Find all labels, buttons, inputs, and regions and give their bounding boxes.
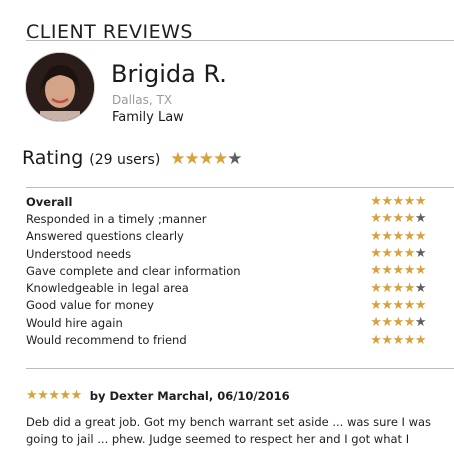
criteria-label: Knowledgeable in legal area — [26, 281, 189, 296]
star-filled-icon: ★ — [392, 263, 405, 279]
star-filled-icon: ★ — [370, 332, 382, 348]
criteria-stars: ★★★★★ — [370, 281, 426, 296]
lawyer-practice-area: Family Law — [112, 110, 184, 125]
star-empty-icon: ★ — [414, 211, 427, 227]
star-filled-icon: ★ — [392, 315, 405, 331]
star-filled-icon: ★ — [70, 388, 83, 403]
star-filled-icon: ★ — [403, 280, 416, 296]
review-byline: by Dexter Marchal, 06/10/2016 — [89, 388, 290, 403]
star-filled-icon: ★ — [381, 263, 393, 279]
criteria-label: Good value for money — [26, 298, 154, 313]
star-filled-icon: ★ — [414, 263, 427, 279]
star-filled-icon: ★ — [403, 246, 416, 262]
star-filled-icon: ★ — [381, 315, 393, 331]
star-filled-icon: ★ — [381, 297, 393, 313]
star-filled-icon: ★ — [370, 263, 382, 279]
criteria-label: Overall — [26, 194, 73, 209]
star-filled-icon: ★ — [370, 280, 382, 296]
review-stars: ★★★★★ — [26, 388, 82, 403]
star-filled-icon: ★ — [370, 315, 382, 331]
star-filled-icon: ★ — [381, 228, 393, 244]
header-divider — [26, 40, 454, 41]
star-filled-icon: ★ — [59, 388, 71, 403]
star-filled-icon: ★ — [37, 388, 49, 403]
star-filled-icon: ★ — [370, 211, 382, 227]
criteria-stars: ★★★★★ — [370, 333, 426, 348]
criteria-row: Would hire again ★★★★★ — [26, 314, 427, 331]
star-filled-icon: ★ — [392, 332, 405, 348]
star-filled-icon: ★ — [381, 211, 393, 227]
lawyer-location: Dallas, TX — [112, 93, 173, 107]
star-empty-icon: ★ — [414, 315, 427, 331]
criteria-stars: ★★★★★ — [370, 315, 426, 330]
star-filled-icon: ★ — [414, 297, 427, 313]
star-filled-icon: ★ — [403, 228, 416, 244]
criteria-label: Understood needs — [26, 246, 132, 261]
star-filled-icon: ★ — [381, 280, 393, 296]
criteria-row: Would recommend to friend ★★★★★ — [26, 331, 427, 348]
criteria-label: Gave complete and clear information — [26, 263, 241, 278]
star-filled-icon: ★ — [403, 194, 416, 210]
star-filled-icon: ★ — [370, 297, 382, 313]
star-filled-icon: ★ — [381, 194, 393, 210]
star-filled-icon: ★ — [198, 149, 214, 169]
criteria-label: Would recommend to friend — [26, 333, 187, 348]
criteria-list: Overall ★★★★★ Responded in a timely ;manne… — [26, 193, 427, 349]
lawyer-photo-icon — [26, 53, 94, 121]
star-filled-icon: ★ — [403, 211, 416, 227]
star-filled-icon: ★ — [414, 194, 427, 210]
criteria-stars: ★★★★★ — [370, 211, 426, 226]
lawyer-name: Brigida R. — [111, 60, 227, 88]
criteria-row: Overall ★★★★★ — [26, 193, 427, 210]
criteria-stars: ★★★★★ — [370, 298, 426, 313]
star-filled-icon: ★ — [392, 194, 405, 210]
avatar — [25, 52, 95, 122]
star-filled-icon: ★ — [414, 332, 427, 348]
star-empty-icon: ★ — [227, 149, 242, 169]
star-filled-icon: ★ — [403, 332, 416, 348]
rating-label: Rating — [22, 147, 84, 169]
criteria-stars: ★★★★★ — [370, 194, 426, 209]
star-filled-icon: ★ — [26, 388, 38, 403]
criteria-stars: ★★★★★ — [370, 263, 426, 278]
star-filled-icon: ★ — [414, 228, 427, 244]
criteria-label: Responded in a timely ;manner — [26, 211, 207, 226]
criteria-row: Good value for money ★★★★★ — [26, 297, 427, 314]
star-filled-icon: ★ — [213, 149, 228, 169]
star-filled-icon: ★ — [403, 315, 416, 331]
star-filled-icon: ★ — [381, 332, 393, 348]
review-text: Deb did a great job. Got my bench warran… — [26, 415, 432, 446]
star-filled-icon: ★ — [392, 280, 405, 296]
star-filled-icon: ★ — [170, 149, 185, 169]
star-empty-icon: ★ — [414, 280, 427, 296]
star-filled-icon: ★ — [370, 228, 382, 244]
criteria-row: Answered questions clearly ★★★★★ — [26, 228, 427, 245]
star-filled-icon: ★ — [392, 228, 405, 244]
rating-stars: ★★★★★ — [170, 149, 242, 169]
star-empty-icon: ★ — [414, 246, 427, 262]
star-filled-icon: ★ — [392, 246, 405, 262]
star-filled-icon: ★ — [184, 149, 200, 169]
criteria-row: Knowledgeable in legal area ★★★★★ — [26, 279, 427, 296]
review-header: ★★★★★ by Dexter Marchal, 06/10/2016 — [26, 388, 290, 403]
rating-divider — [26, 187, 454, 188]
criteria-stars: ★★★★★ — [370, 246, 426, 261]
star-filled-icon: ★ — [381, 246, 393, 262]
reviews-divider — [26, 368, 454, 369]
criteria-row: Understood needs ★★★★★ — [26, 245, 427, 262]
overall-rating: Rating (29 users) ★★★★★ — [22, 147, 243, 169]
criteria-label: Would hire again — [26, 315, 123, 330]
criteria-row: Responded in a timely ;manner ★★★★★ — [26, 210, 427, 227]
star-filled-icon: ★ — [403, 297, 416, 313]
star-filled-icon: ★ — [392, 211, 405, 227]
rating-count: (29 users) — [89, 152, 161, 168]
criteria-stars: ★★★★★ — [370, 229, 426, 244]
star-filled-icon: ★ — [403, 263, 416, 279]
criteria-label: Answered questions clearly — [26, 229, 184, 244]
star-filled-icon: ★ — [392, 297, 405, 313]
star-filled-icon: ★ — [370, 246, 382, 262]
star-filled-icon: ★ — [48, 388, 60, 403]
star-filled-icon: ★ — [370, 194, 382, 210]
criteria-row: Gave complete and clear information ★★★★★ — [26, 262, 427, 279]
